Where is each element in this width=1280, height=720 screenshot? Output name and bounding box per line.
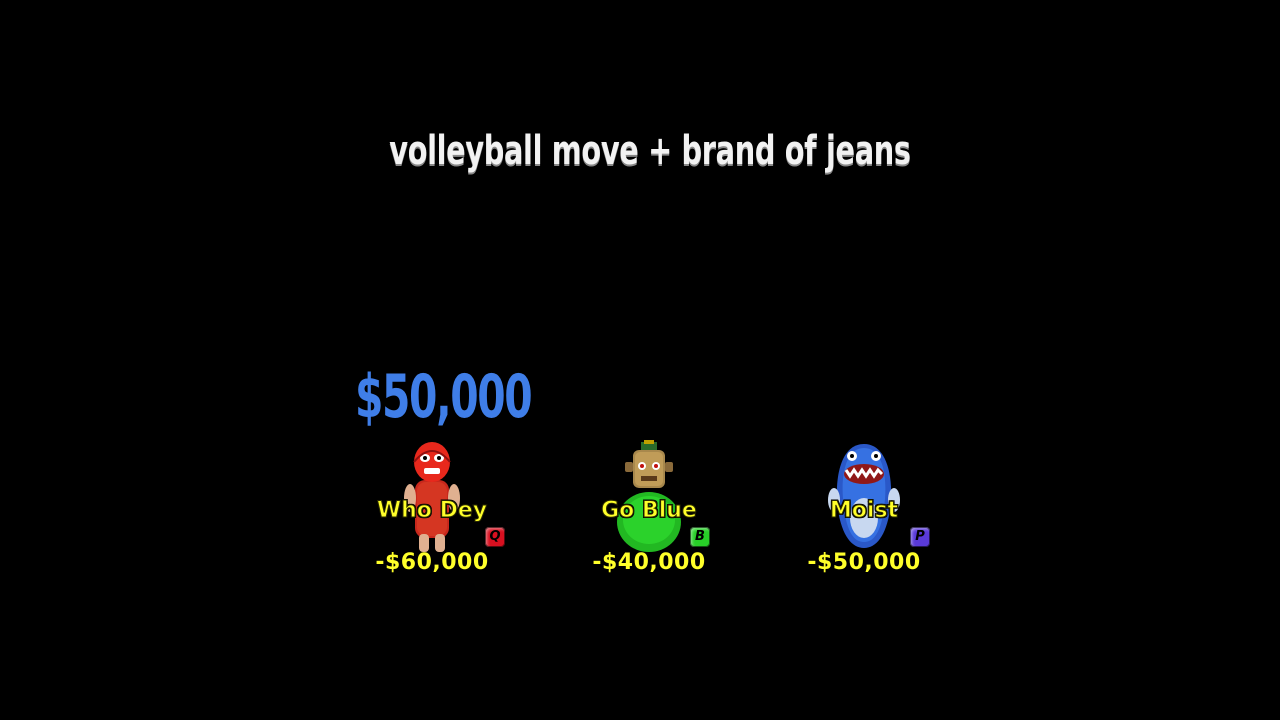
buzz-key-badge: Q xyxy=(485,527,505,547)
player-name: Moist xyxy=(829,498,899,524)
player-name: Go Blue xyxy=(601,498,698,524)
game-screen: volleyball move + brand of jeans $50,000… xyxy=(0,0,1280,720)
pot-amount: $50,000 xyxy=(355,362,533,432)
player-score: -$50,000 xyxy=(807,550,921,575)
player-score: -$40,000 xyxy=(592,550,706,575)
player-score: -$60,000 xyxy=(375,550,489,575)
buzz-key-badge: P xyxy=(910,527,930,547)
player-1: Who Dey Q -$60,000 xyxy=(347,440,517,590)
buzz-key-badge: B xyxy=(690,527,710,547)
player-3: Moist P -$50,000 xyxy=(779,440,949,590)
question-clue: volleyball move + brand of jeans xyxy=(389,128,911,174)
player-name: Who Dey xyxy=(376,498,488,524)
player-2: Go Blue B -$40,000 xyxy=(564,440,734,590)
